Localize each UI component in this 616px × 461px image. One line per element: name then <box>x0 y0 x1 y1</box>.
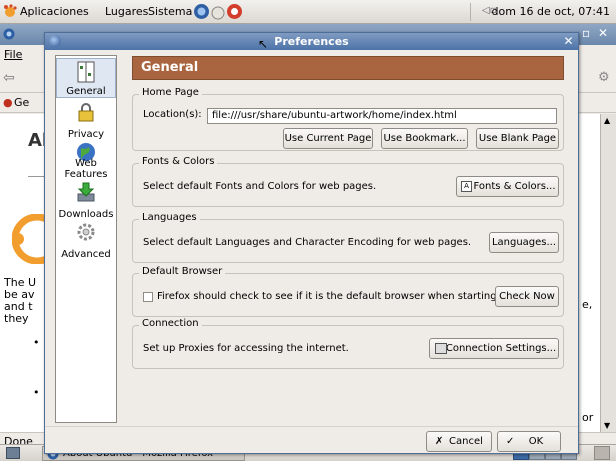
languages-group: Languages Select default Languages and C… <box>132 212 564 263</box>
sidebar-item-label: Privacy <box>67 129 105 140</box>
download-icon <box>77 182 95 202</box>
connection-settings-button[interactable]: Connection Settings... <box>429 338 559 359</box>
top-panel: Aplicaciones Lugares Sistema ◁▫ dom 16 d… <box>0 0 616 24</box>
fonts-colors-button-label: Fonts & Colors... <box>473 181 556 192</box>
menu-places[interactable]: Lugares <box>105 5 148 18</box>
sidebar-item-general[interactable]: General <box>56 58 116 98</box>
dialog-titlebar[interactable]: Preferences ✕ <box>45 33 578 50</box>
ok-button-label: OK <box>528 436 544 447</box>
bullet-icon: • <box>33 336 40 349</box>
languages-description: Select default Languages and Character E… <box>143 237 472 248</box>
fonts-colors-group: Fonts & Colors Select default Fonts and … <box>132 156 564 207</box>
category-sidebar: General Privacy Web Features Downloads A… <box>55 55 117 423</box>
cancel-button-label: Cancel <box>449 436 483 447</box>
scroll-down-icon[interactable]: ▼ <box>604 421 610 430</box>
gear-icon <box>77 223 95 241</box>
connection-settings-button-label: Connection Settings... <box>445 343 557 354</box>
sidebar-item-label: Advanced <box>61 249 111 260</box>
preferences-dialog: Preferences ✕ ↖ General Privacy Web Feat… <box>44 32 579 454</box>
close-icon[interactable]: ✕ <box>598 26 608 40</box>
use-blank-page-button[interactable]: Use Blank Page <box>476 128 559 149</box>
close-icon[interactable]: ✕ <box>562 35 575 48</box>
dialog-separator <box>45 426 578 427</box>
cancel-icon: ✗ <box>435 436 444 447</box>
panel-separator <box>470 3 471 21</box>
connection-description: Set up Proxies for accessing the interne… <box>143 343 349 354</box>
menu-system[interactable]: Sistema <box>148 5 192 18</box>
group-title: Default Browser <box>139 266 226 277</box>
menu-file[interactable]: File <box>4 48 22 61</box>
group-title: Connection <box>139 318 202 329</box>
sidebar-item-downloads[interactable]: Downloads <box>56 180 116 220</box>
page-text-line: they <box>4 312 29 325</box>
trash-icon[interactable] <box>594 446 610 460</box>
font-icon: A <box>461 181 472 192</box>
sidebar-item-web-features[interactable]: Web Features <box>56 140 116 180</box>
firefox-window-icon <box>3 28 15 40</box>
mouse-cursor-icon: ↖ <box>258 37 269 51</box>
ok-button[interactable]: ✓ OK <box>497 431 561 452</box>
help-launcher-icon[interactable] <box>226 3 243 20</box>
group-title: Fonts & Colors <box>139 156 218 167</box>
firefox-launcher-icon[interactable] <box>193 3 210 20</box>
firefox-dialog-icon <box>49 35 61 47</box>
lock-icon <box>78 103 94 122</box>
home-page-location-input[interactable]: file:///usr/share/ubuntu-artwork/home/in… <box>207 108 557 124</box>
ubuntu-logo-icon <box>12 214 48 264</box>
group-title: Home Page <box>139 87 202 98</box>
sidebar-item-label: Web Features <box>64 158 108 180</box>
default-browser-checkbox[interactable] <box>143 292 153 302</box>
vertical-scrollbar[interactable]: ▲ ▼ <box>600 114 616 432</box>
fonts-colors-description: Select default Fonts and Colors for web … <box>143 181 377 192</box>
scroll-up-icon[interactable]: ▲ <box>604 116 610 125</box>
mail-launcher-icon[interactable] <box>211 6 225 20</box>
fonts-colors-button[interactable]: A Fonts & Colors... <box>456 176 559 197</box>
sidebar-item-label: General <box>66 86 106 97</box>
gnome-foot-icon[interactable] <box>3 4 17 18</box>
use-current-page-button[interactable]: Use Current Page <box>283 128 373 149</box>
location-label: Location(s): <box>143 109 202 120</box>
section-header: General <box>132 56 564 80</box>
show-desktop-icon[interactable] <box>6 447 20 459</box>
default-browser-group: Default Browser Firefox should check to … <box>132 266 564 317</box>
menu-applications[interactable]: Aplicaciones <box>20 5 89 18</box>
bullet-icon: • <box>33 386 40 399</box>
sidebar-item-privacy[interactable]: Privacy <box>56 100 116 140</box>
sidebar-item-advanced[interactable]: Advanced <box>56 220 116 260</box>
back-icon[interactable]: ⇦ <box>3 70 15 86</box>
bookmark-item[interactable]: Ge <box>14 96 29 109</box>
network-icon <box>435 343 447 354</box>
dialog-title: Preferences <box>274 35 349 48</box>
throbber-icon: ⚙ <box>598 70 610 85</box>
default-browser-checkbox-label[interactable]: Firefox should check to see if it is the… <box>157 291 500 302</box>
sidebar-item-label: Downloads <box>58 209 114 220</box>
page-text-fragment: or <box>582 411 594 424</box>
languages-button[interactable]: Languages... <box>489 232 559 253</box>
check-now-button[interactable]: Check Now <box>495 286 559 307</box>
cancel-button[interactable]: ✗ Cancel <box>426 431 492 452</box>
home-page-group: Home Page Location(s): file:///usr/share… <box>132 87 564 151</box>
group-title: Languages <box>139 212 200 223</box>
minimize-icon[interactable]: ▫ <box>582 26 590 40</box>
connection-group: Connection Set up Proxies for accessing … <box>132 318 564 369</box>
ok-icon: ✓ <box>506 436 515 447</box>
clock[interactable]: dom 16 de oct, 07:41 <box>492 5 610 18</box>
general-settings-icon <box>77 61 95 83</box>
bookmark-icon: ● <box>3 96 13 109</box>
page-text-fragment: e, <box>582 298 593 311</box>
use-bookmark-button[interactable]: Use Bookmark... <box>381 128 468 149</box>
